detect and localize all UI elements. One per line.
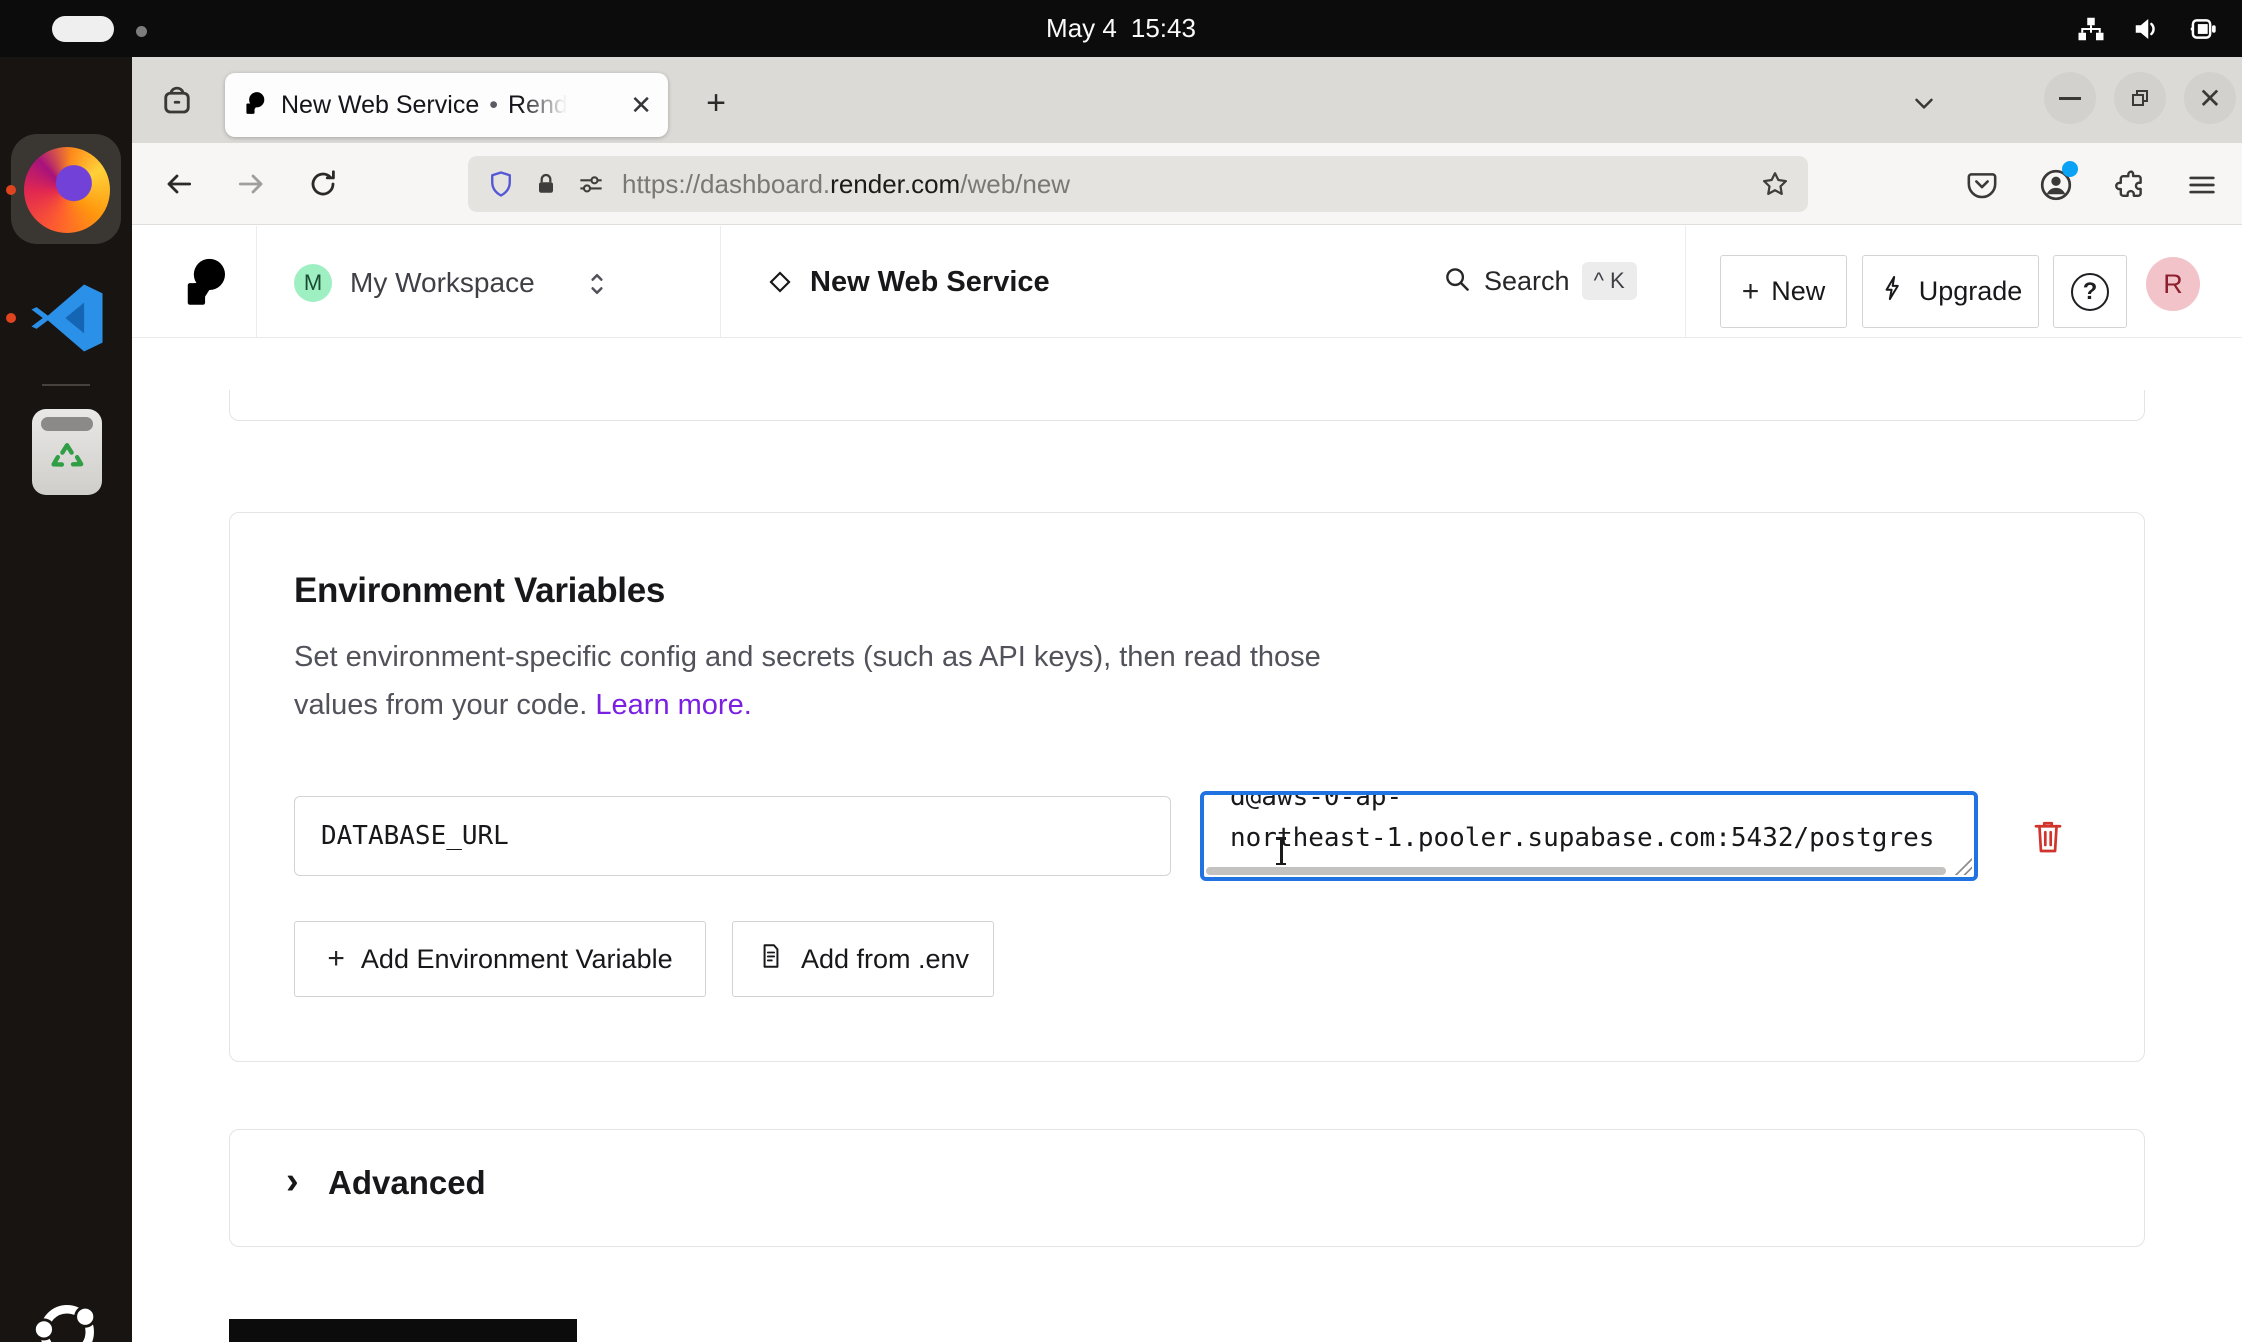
tab-title-truncated: Rend — [508, 91, 570, 120]
reload-icon[interactable] — [298, 159, 348, 209]
url-bar[interactable]: https://dashboard.render.com/web/new — [468, 156, 1808, 212]
battery-icon — [2188, 14, 2220, 44]
permissions-icon[interactable] — [576, 169, 606, 199]
workspace-name[interactable]: My Workspace — [350, 267, 535, 299]
tab-title-separator: • — [489, 91, 498, 120]
vscode-dock-icon[interactable] — [26, 275, 108, 366]
new-button-label: New — [1771, 276, 1825, 307]
upgrade-button[interactable]: Upgrade — [1862, 255, 2039, 328]
dock — [0, 57, 132, 1342]
lightning-icon — [1879, 274, 1907, 309]
network-icon — [2076, 14, 2106, 44]
tab-favicon-render-icon — [241, 90, 267, 121]
extensions-puzzle-icon[interactable] — [2106, 161, 2154, 209]
help-button[interactable]: ? — [2053, 255, 2127, 328]
render-app-header: M My Workspace New Web Service Search ^ … — [132, 226, 2242, 338]
new-tab-button[interactable]: + — [692, 79, 740, 127]
textarea-horizontal-scrollbar[interactable] — [1206, 867, 1946, 875]
learn-more-link[interactable]: Learn more. — [595, 689, 751, 721]
pocket-icon[interactable] — [1958, 161, 2006, 209]
user-avatar[interactable]: R — [2146, 257, 2200, 311]
list-all-tabs-chevron-icon[interactable] — [1900, 79, 1948, 127]
header-divider — [256, 226, 257, 338]
recycle-icon — [45, 437, 89, 481]
header-divider — [720, 226, 721, 338]
clock-time: 15:43 — [1131, 13, 1196, 44]
screen: May 4 15:43 — [0, 0, 2242, 1342]
section-description-line1: Set environment-specific config and secr… — [294, 641, 1321, 674]
ubuntu-apps-launcher-icon[interactable] — [28, 1293, 106, 1342]
deploy-web-service-button[interactable]: Deploy Web Service — [229, 1319, 577, 1342]
system-top-bar: May 4 15:43 — [0, 0, 2242, 57]
tracking-protection-shield-icon[interactable] — [486, 169, 516, 199]
back-icon[interactable] — [154, 159, 204, 209]
system-tray[interactable] — [2076, 0, 2220, 57]
section-description-line2: values from your code. Learn more. — [294, 689, 752, 722]
new-button[interactable]: + New — [1720, 255, 1847, 328]
env-key-input[interactable]: DATABASE_URL — [294, 796, 1171, 876]
account-notification-dot — [2062, 161, 2078, 177]
account-icon[interactable] — [2032, 161, 2080, 209]
environment-variables-card: Environment Variables Set environment-sp… — [229, 512, 2145, 1062]
lock-icon[interactable] — [532, 170, 560, 198]
workspace-avatar[interactable]: M — [294, 264, 332, 302]
header-divider — [1685, 226, 1686, 338]
add-from-env-label: Add from .env — [801, 944, 969, 975]
hamburger-menu-icon[interactable] — [2178, 161, 2226, 209]
section-title: Environment Variables — [294, 571, 665, 611]
volume-icon — [2132, 14, 2162, 44]
tab-close-icon[interactable]: ✕ — [630, 90, 652, 121]
document-icon — [757, 942, 785, 977]
browser-tab[interactable]: New Web Service • Rend ✕ — [225, 73, 668, 137]
previous-card-bottom-edge — [229, 390, 2145, 421]
url-path: /web/new — [960, 169, 1070, 199]
search-shortcut-kbd: ^ K — [1582, 262, 1637, 300]
tab-title: New Web Service — [281, 91, 479, 120]
tab-bar: New Web Service • Rend ✕ + ✕ — [132, 57, 2242, 143]
chevron-right-icon[interactable]: › — [286, 1160, 299, 1203]
upgrade-button-label: Upgrade — [1919, 276, 2023, 307]
textarea-resize-handle[interactable] — [1952, 855, 1972, 875]
add-environment-variable-button[interactable]: + Add Environment Variable — [294, 921, 706, 997]
plus-icon: + — [327, 942, 345, 976]
forward-icon[interactable] — [226, 159, 276, 209]
env-value-text: d@aws-0-ap-northeast-1.pooler.supabase.c… — [1230, 791, 1934, 859]
trash-dock-icon[interactable] — [32, 409, 102, 495]
search-icon — [1442, 264, 1472, 299]
firefox-dock-icon[interactable] — [24, 147, 110, 233]
advanced-card[interactable]: › Advanced — [229, 1129, 2145, 1247]
browser-window: New Web Service • Rend ✕ + ✕ — [132, 57, 2242, 1342]
service-diamond-icon — [764, 266, 796, 303]
url-text[interactable]: https://dashboard.render.com/web/new — [622, 169, 1070, 200]
window-restore-button[interactable] — [2114, 72, 2166, 124]
url-subdomain: dashboard. — [700, 169, 830, 199]
mouse-ibeam-cursor — [1273, 835, 1289, 867]
search-button[interactable]: Search ^ K — [1442, 262, 1637, 300]
vscode-running-dot — [6, 313, 16, 323]
page-content: Environment Variables Set environment-sp… — [132, 338, 2242, 1342]
window-close-button[interactable]: ✕ — [2184, 72, 2236, 124]
search-label: Search — [1484, 266, 1570, 297]
workspace-switcher-chevrons-icon[interactable] — [582, 266, 612, 307]
page-title: New Web Service — [810, 266, 1050, 299]
firefox-running-dot — [6, 185, 16, 195]
add-variable-label: Add Environment Variable — [361, 944, 673, 975]
clock-date: May 4 — [1046, 13, 1117, 44]
trash-lid — [41, 417, 93, 431]
url-scheme: https:// — [622, 169, 700, 199]
delete-env-var-trash-icon[interactable] — [2028, 813, 2068, 859]
env-value-textarea[interactable]: d@aws-0-ap-northeast-1.pooler.supabase.c… — [1200, 791, 1978, 881]
dock-divider — [42, 384, 90, 386]
system-clock[interactable]: May 4 15:43 — [0, 0, 2242, 57]
question-mark-icon: ? — [2071, 273, 2109, 311]
bookmark-star-icon[interactable] — [1760, 169, 1790, 199]
advanced-title: Advanced — [328, 1164, 486, 1202]
plus-icon: + — [1742, 275, 1760, 309]
window-minimize-button[interactable] — [2044, 72, 2096, 124]
navigation-toolbar: https://dashboard.render.com/web/new — [132, 143, 2242, 225]
url-domain: render.com — [830, 169, 960, 199]
firefox-view-icon[interactable] — [154, 77, 200, 123]
add-from-env-button[interactable]: Add from .env — [732, 921, 994, 997]
render-logo[interactable] — [178, 254, 230, 315]
